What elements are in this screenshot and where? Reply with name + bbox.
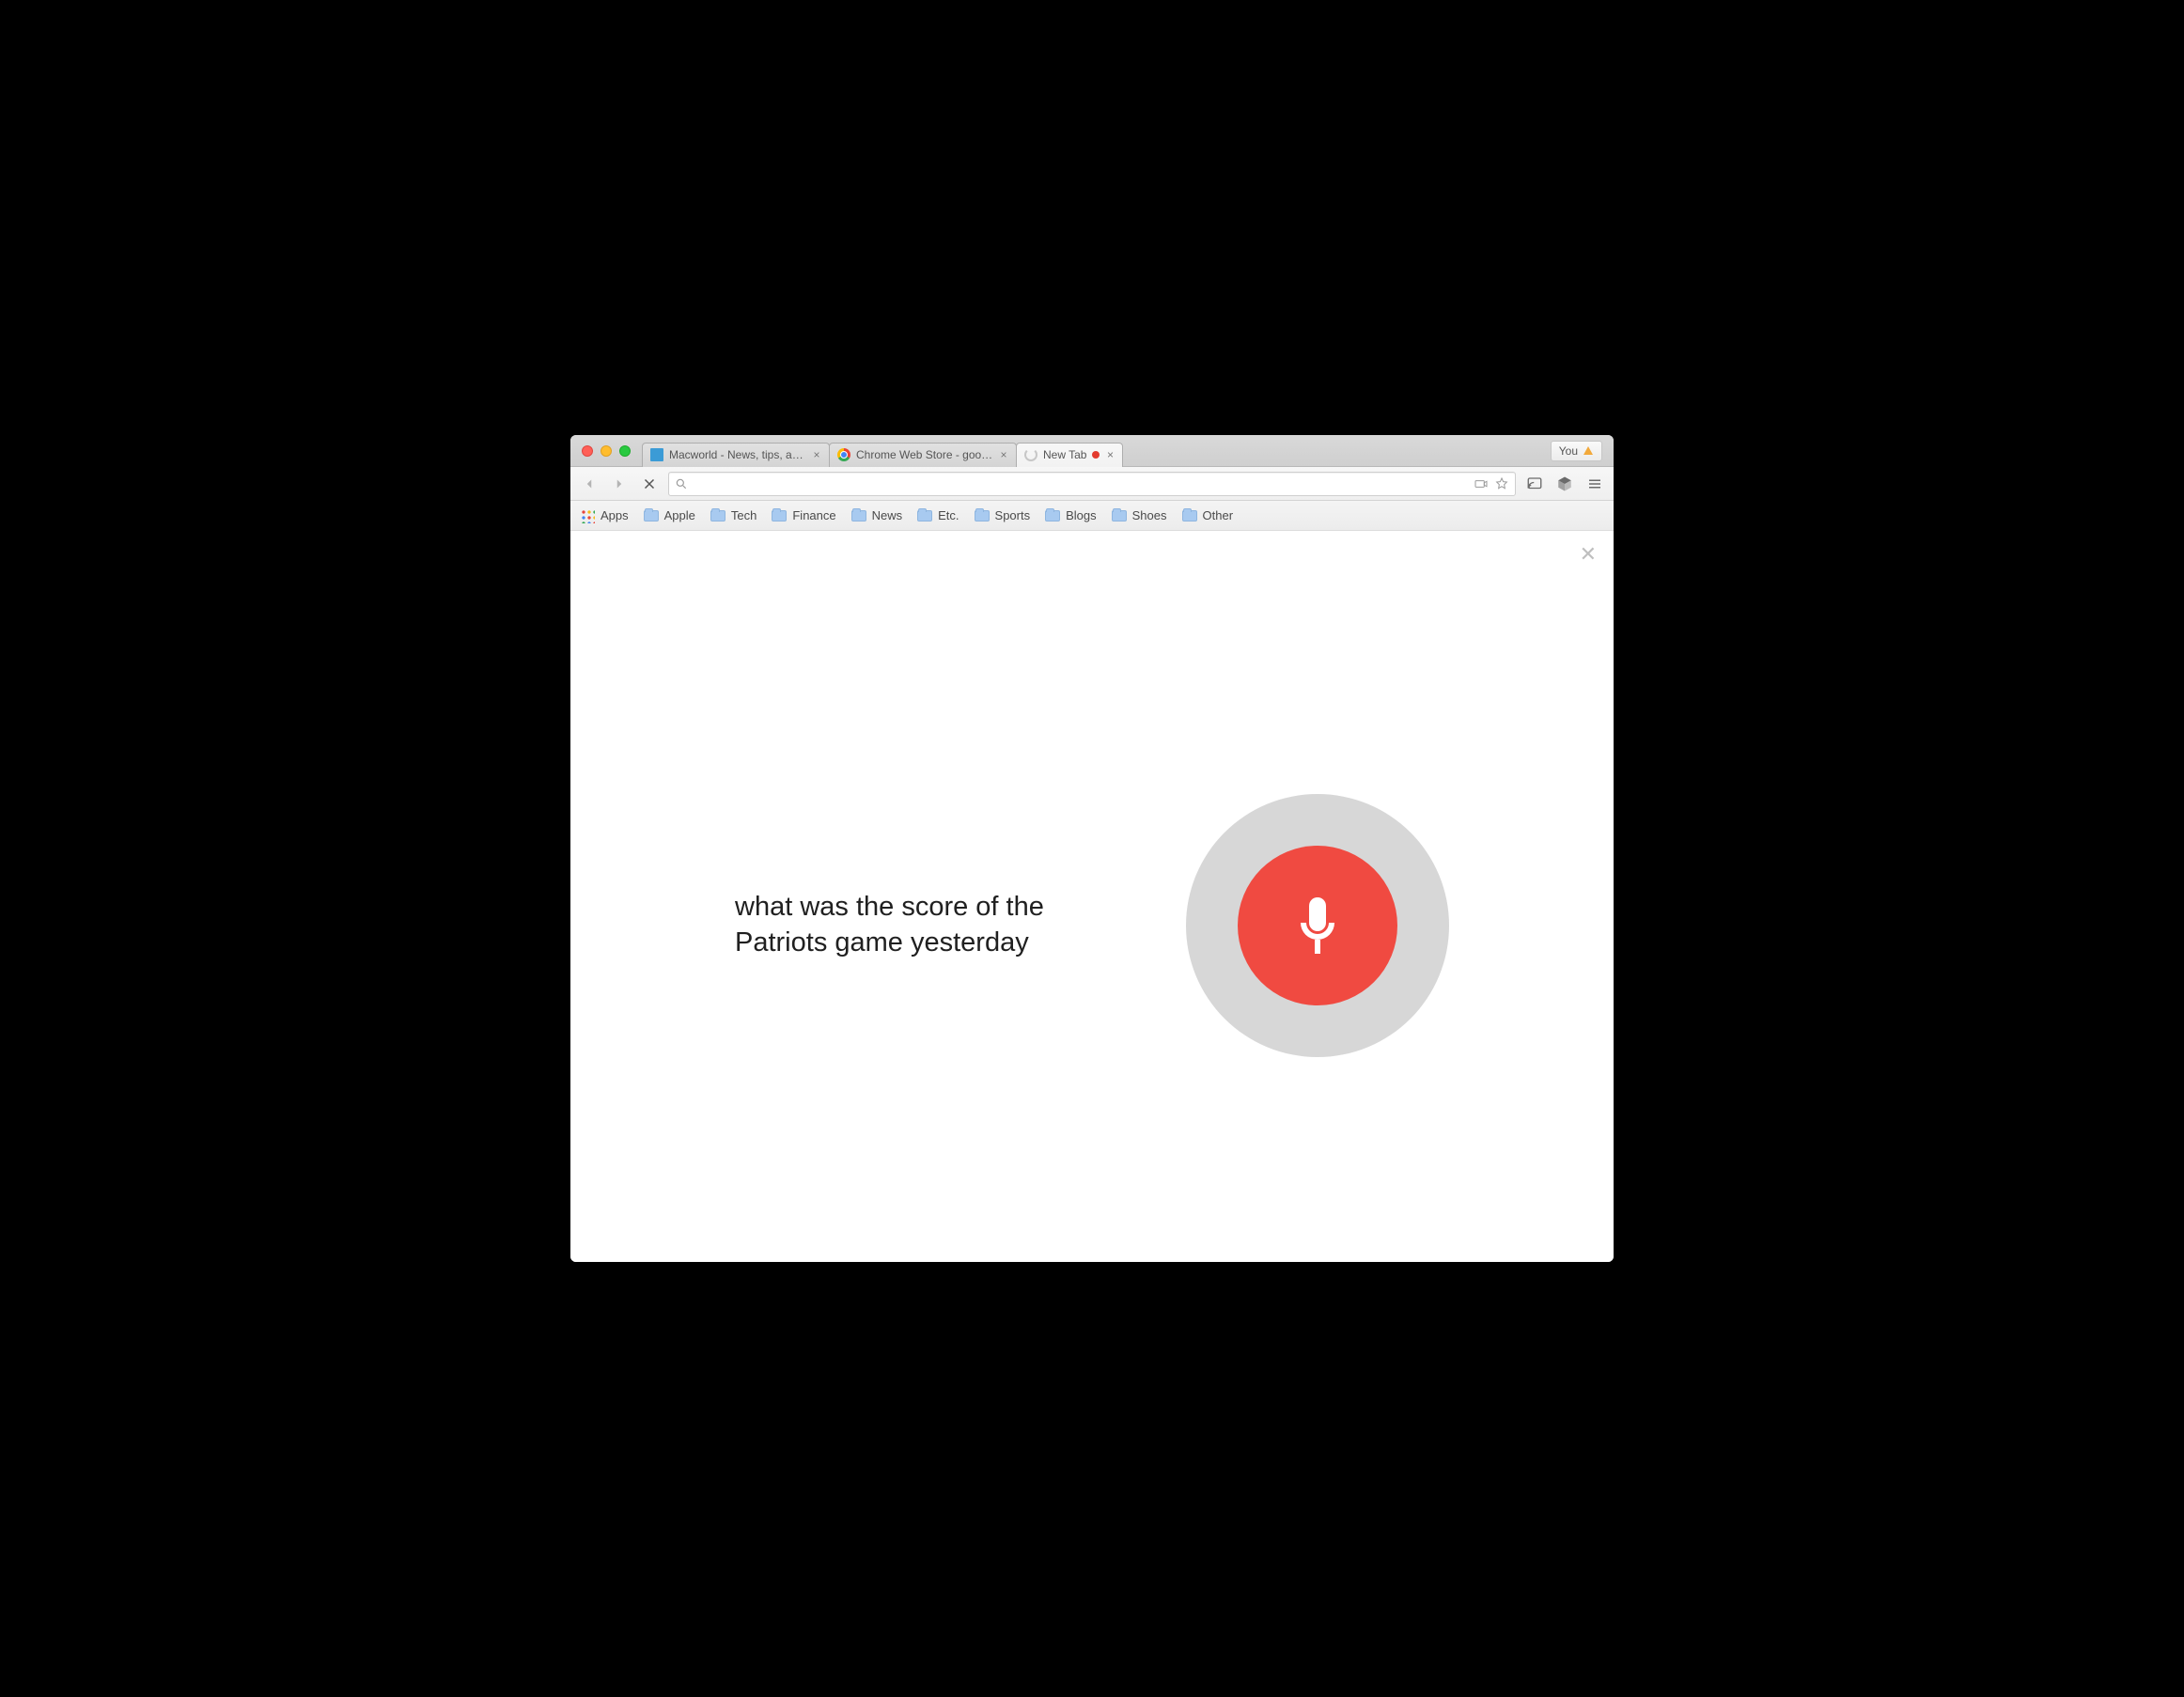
menu-icon[interactable] xyxy=(1583,473,1606,495)
bookmark-label: Sports xyxy=(995,508,1031,522)
tab-close-icon[interactable]: × xyxy=(812,450,821,459)
folder-icon xyxy=(1112,510,1127,522)
tab-title: Chrome Web Store - googl… xyxy=(856,448,993,461)
warning-icon xyxy=(1583,445,1594,457)
tab-webstore[interactable]: Chrome Web Store - googl… × xyxy=(829,443,1017,467)
folder-icon xyxy=(710,510,725,522)
bookmark-folder-sports[interactable]: Sports xyxy=(975,508,1031,522)
bookmark-label: Apple xyxy=(664,508,695,522)
voice-mic-button[interactable] xyxy=(1186,794,1449,1057)
favicon-chrome xyxy=(837,448,850,461)
bookmark-folder-tech[interactable]: Tech xyxy=(710,508,757,522)
bookmark-label: Finance xyxy=(792,508,835,522)
folder-icon xyxy=(1045,510,1060,522)
bookmark-label: Shoes xyxy=(1132,508,1167,522)
loading-spinner-icon xyxy=(1024,448,1037,461)
camera-icon[interactable] xyxy=(1474,476,1489,491)
forward-button[interactable] xyxy=(608,473,631,495)
favicon-macworld xyxy=(650,448,663,461)
extension-icon[interactable] xyxy=(1553,473,1576,495)
voice-mic-inner xyxy=(1238,846,1397,1005)
omnibox-actions xyxy=(1474,476,1509,491)
bookmark-label: Tech xyxy=(731,508,757,522)
folder-icon xyxy=(975,510,990,522)
bookmark-folder-news[interactable]: News xyxy=(851,508,903,522)
voice-close-button[interactable]: ✕ xyxy=(1580,544,1597,565)
toolbar xyxy=(570,467,1614,501)
bookmark-folder-shoes[interactable]: Shoes xyxy=(1112,508,1167,522)
bookmark-folder-etc[interactable]: Etc. xyxy=(917,508,959,522)
tab-title: Macworld - News, tips, and … xyxy=(669,448,806,461)
recording-indicator-icon xyxy=(1092,451,1100,459)
tab-macworld[interactable]: Macworld - News, tips, and … × xyxy=(642,443,830,467)
omnibox[interactable] xyxy=(668,472,1516,496)
folder-icon xyxy=(1182,510,1197,522)
window-controls xyxy=(582,445,631,457)
apps-shortcut[interactable]: Apps xyxy=(580,508,629,523)
tab-strip: Macworld - News, tips, and … × Chrome We… xyxy=(570,435,1614,467)
window-minimize-button[interactable] xyxy=(601,445,612,457)
bookmark-label: Other xyxy=(1203,508,1234,522)
tab-new-tab[interactable]: New Tab × xyxy=(1016,443,1123,467)
apps-grid-icon xyxy=(580,508,595,523)
address-input[interactable] xyxy=(694,476,1468,490)
back-button[interactable] xyxy=(578,473,601,495)
stop-button[interactable] xyxy=(638,473,661,495)
bookmark-folder-apple[interactable]: Apple xyxy=(644,508,695,522)
window-close-button[interactable] xyxy=(582,445,593,457)
folder-icon xyxy=(644,510,659,522)
bookmark-star-icon[interactable] xyxy=(1494,476,1509,491)
apps-label: Apps xyxy=(601,508,629,522)
microphone-icon xyxy=(1284,892,1351,959)
page-content: ✕ what was the score of the Patriots gam… xyxy=(570,531,1614,1262)
user-profile-chip[interactable]: You xyxy=(1551,441,1602,461)
bookmark-folder-blogs[interactable]: Blogs xyxy=(1045,508,1097,522)
tab-title: New Tab xyxy=(1043,448,1086,461)
folder-icon xyxy=(851,510,866,522)
voice-search-panel: what was the score of the Patriots game … xyxy=(570,794,1614,1057)
voice-transcript: what was the score of the Patriots game … xyxy=(735,890,1130,960)
cast-icon[interactable] xyxy=(1523,473,1546,495)
tab-close-icon[interactable]: × xyxy=(999,450,1008,459)
window-zoom-button[interactable] xyxy=(619,445,631,457)
bookmark-label: Blogs xyxy=(1066,508,1097,522)
tab-close-icon[interactable]: × xyxy=(1105,450,1115,459)
folder-icon xyxy=(772,510,787,522)
search-icon xyxy=(675,477,688,490)
bookmark-folder-other[interactable]: Other xyxy=(1182,508,1234,522)
user-label: You xyxy=(1559,444,1578,458)
bookmarks-bar: Apps Apple Tech Finance News Etc. Sports xyxy=(570,501,1614,531)
bookmark-label: News xyxy=(872,508,903,522)
bookmark-folder-finance[interactable]: Finance xyxy=(772,508,835,522)
folder-icon xyxy=(917,510,932,522)
bookmark-label: Etc. xyxy=(938,508,959,522)
chrome-window: Macworld - News, tips, and … × Chrome We… xyxy=(570,435,1614,1262)
